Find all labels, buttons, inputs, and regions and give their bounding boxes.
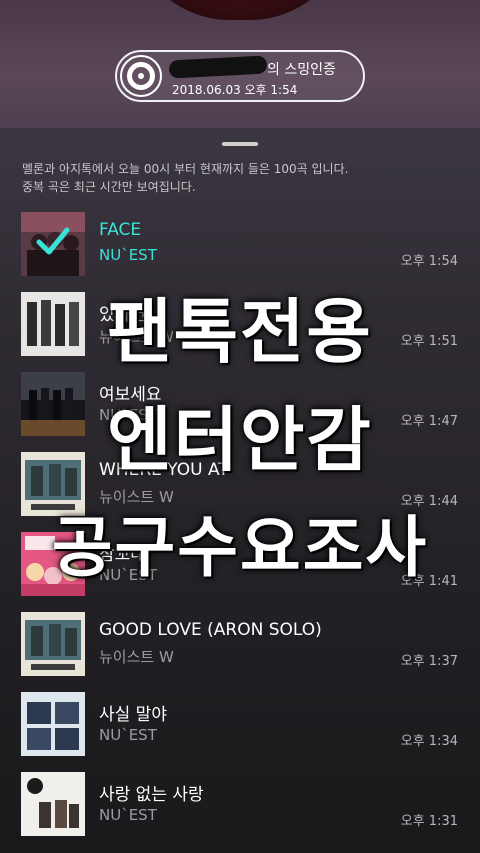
play-time: 오후 1:31 (400, 814, 458, 829)
song-title: FACE (99, 220, 142, 240)
song-artist: NU`EST (99, 806, 157, 824)
song-row[interactable]: GOOD LOVE (ARON SOLO) 뉴이스트 W 오후 1:37 (0, 608, 480, 688)
album-thumbnail (21, 212, 85, 276)
badge-title: 의 스밍인증 (267, 62, 336, 78)
notice-line-2: 중복 곡은 최근 시간만 보여집니다. (22, 180, 196, 194)
overlay-text-line-3: 공구수요조사 (51, 509, 429, 586)
play-time: 오후 1:37 (400, 654, 458, 669)
redacted-username (168, 55, 268, 79)
streaming-proof-badge[interactable]: 의 스밍인증 2018.06.03 오후 1:54 (115, 50, 365, 102)
song-title: 사실 말야 (99, 705, 167, 725)
drag-handle[interactable] (222, 142, 258, 146)
overlay-text-line-1: 팬톡전용 (107, 291, 373, 373)
song-artist: NU`EST (99, 726, 157, 744)
song-row[interactable]: 사실 말야 NU`EST 오후 1:34 (0, 688, 480, 768)
badge-date: 2018.06.03 오후 1:54 (172, 83, 298, 97)
song-artist: 뉴이스트 W (99, 648, 174, 666)
song-title: 사랑 없는 사랑 (99, 785, 204, 805)
album-thumbnail (21, 692, 85, 756)
top-header: 의 스밍인증 2018.06.03 오후 1:54 (0, 0, 480, 128)
play-time: 오후 1:54 (400, 254, 458, 269)
album-thumbnail (21, 772, 85, 836)
overlay-text-line-2: 엔터안감 (107, 399, 373, 481)
play-time: 오후 1:34 (400, 734, 458, 749)
history-notice: 멜론과 아지톡에서 오늘 00시 부터 현재까지 들은 100곡 입니다. 중복… (22, 160, 462, 196)
song-artist: NU`EST (99, 246, 157, 264)
album-art-disc (130, 0, 350, 20)
song-row[interactable]: 사랑 없는 사랑 NU`EST 오후 1:31 (0, 768, 480, 848)
check-icon (36, 227, 70, 255)
album-thumbnail (21, 612, 85, 676)
notice-line-1: 멜론과 아지톡에서 오늘 00시 부터 현재까지 들은 100곡 입니다. (22, 162, 349, 176)
vinyl-disc-icon (120, 55, 162, 97)
song-list-sheet: 멜론과 아지톡에서 오늘 00시 부터 현재까지 들은 100곡 입니다. 중복… (0, 128, 480, 853)
song-title: GOOD LOVE (ARON SOLO) (99, 620, 322, 640)
